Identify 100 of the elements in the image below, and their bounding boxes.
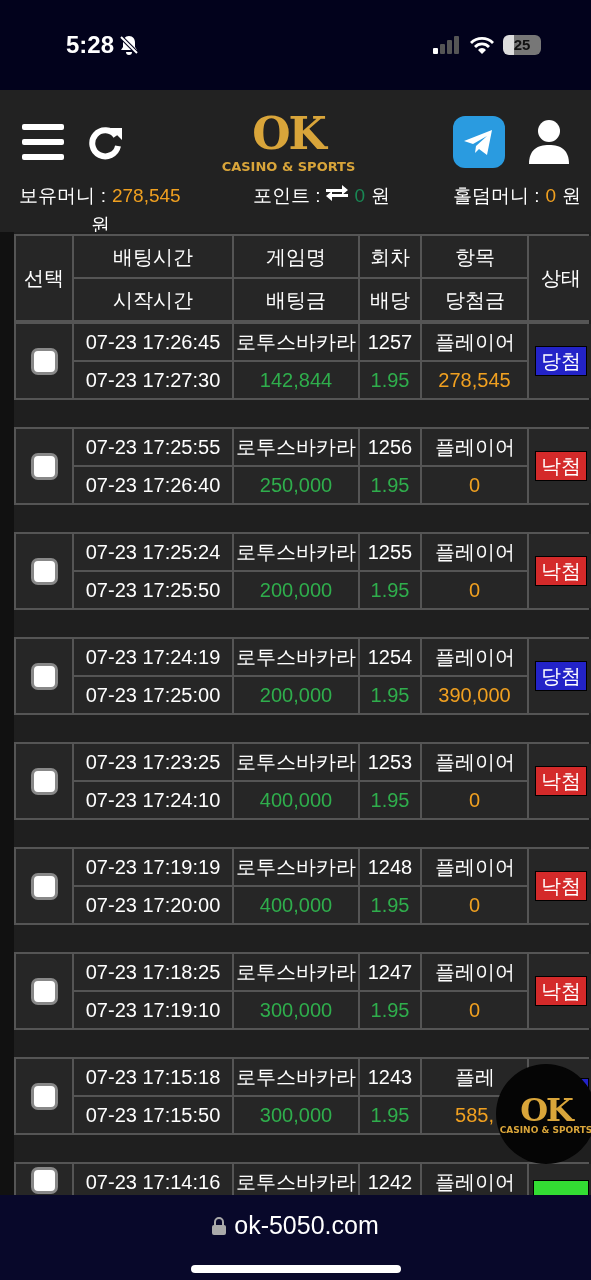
status-badge: 낙첨 [535, 556, 587, 586]
table-cell-text: 플레이어 [434, 750, 515, 775]
table-cell-text: 200,000 [259, 578, 333, 603]
table-cell-text: 1243 [367, 1065, 413, 1090]
row-checkbox[interactable] [30, 557, 58, 585]
status-badge: 당첨 [535, 346, 587, 376]
table-cell-text: 300,000 [259, 1103, 333, 1128]
table-cell-text: 로투스바카라 [236, 1170, 356, 1195]
table-cell-text: 로투스바카라 [236, 960, 356, 985]
column-header: 배당 [360, 279, 420, 320]
row-checkbox[interactable] [30, 872, 58, 900]
table-cell-text: 1242 [367, 1170, 413, 1195]
table-cell-text: 로투스바카라 [236, 330, 356, 355]
column-header: 항목 [422, 236, 527, 277]
table-cell-text: 1256 [367, 435, 413, 460]
logo-tagline: CASINO & SPORTS [221, 159, 356, 173]
table-cell-text: 플레이어 [434, 435, 515, 460]
column-header: 배팅금 [234, 279, 358, 320]
user-icon[interactable] [529, 120, 569, 164]
column-header: 상태 [529, 236, 591, 320]
row-checkbox[interactable] [30, 1167, 58, 1194]
column-header: 게임명 [234, 236, 358, 277]
table-cell-text: 585, [455, 1103, 494, 1128]
table-cell-text: 1.95 [370, 1103, 410, 1128]
table-cell-text: 142,844 [259, 368, 333, 393]
table-cell-text: 1.95 [370, 788, 410, 813]
status-badge: 낙첨 [535, 451, 587, 481]
signal-icon [433, 36, 461, 54]
balance-value: 0 [545, 184, 556, 208]
table-cell-text: 07-23 17:26:45 [85, 330, 221, 355]
table-cell-text: 1247 [367, 960, 413, 985]
table-cell-text: 07-23 17:15:50 [85, 1103, 221, 1128]
telegram-icon[interactable] [453, 116, 505, 168]
table-cell-text: 07-23 17:14:16 [85, 1170, 221, 1195]
table-cell-text: 07-23 17:25:24 [85, 540, 221, 565]
table-cell-text: 07-23 17:18:25 [85, 960, 221, 985]
home-indicator[interactable] [190, 1264, 401, 1273]
table-cell-text: 07-23 17:25:55 [85, 435, 221, 460]
table-cell-text: 로투스바카라 [236, 645, 356, 670]
balance-value: 278,545 [111, 184, 181, 208]
table-cell-text: 400,000 [259, 893, 333, 918]
logo[interactable]: OK [252, 111, 325, 156]
menu-icon[interactable] [22, 124, 64, 160]
lock-icon [212, 1216, 227, 1235]
balance-label: 포인트 : [252, 184, 321, 208]
table-cell-text: 0 [468, 788, 481, 813]
table-cell-text: 278,545 [438, 368, 511, 393]
table-cell-text: 390,000 [438, 683, 511, 708]
table-cell-text: 1.95 [370, 473, 410, 498]
refresh-icon[interactable] [88, 124, 124, 160]
wifi-icon [469, 35, 495, 55]
table-cell-text: 0 [468, 893, 481, 918]
table-cell-text: 200,000 [259, 683, 333, 708]
table-cell-text: 플레이어 [434, 645, 515, 670]
table-cell-text: 플레이어 [434, 330, 515, 355]
currency-unit: 원 [562, 184, 581, 208]
table-cell-text: 플레이어 [434, 1170, 515, 1195]
status-badge: 낙첨 [535, 766, 587, 796]
url-text[interactable]: ok-5050.com [234, 1207, 379, 1245]
table-cell-text: 1254 [367, 645, 413, 670]
table-cell-text: 07-23 17:24:19 [85, 645, 221, 670]
table-cell-text: 1.95 [370, 998, 410, 1023]
table-cell-text: 0 [468, 998, 481, 1023]
table-cell-text: 07-23 17:15:18 [85, 1065, 221, 1090]
balance-value: 0 [354, 184, 365, 208]
row-checkbox[interactable] [30, 662, 58, 690]
status-badge: 낙첨 [535, 871, 587, 901]
status-badge: 당첨 [535, 661, 587, 691]
table-cell-text: 07-23 17:26:40 [85, 473, 221, 498]
exchange-icon[interactable] [326, 184, 349, 202]
row-checkbox[interactable] [30, 767, 58, 795]
status-badge: 낙첨 [535, 976, 587, 1006]
row-checkbox[interactable] [30, 452, 58, 480]
table-cell-text: 플레 [454, 1065, 495, 1090]
row-checkbox[interactable] [30, 977, 58, 1005]
table-cell-text: 07-23 17:25:50 [85, 578, 221, 603]
table-cell-text: 0 [468, 578, 481, 603]
balance-label: 보유머니 : [19, 184, 106, 208]
table-cell-text: 1253 [367, 750, 413, 775]
clock-time: 5:28 [66, 30, 115, 60]
muted-bell-icon [118, 34, 141, 56]
column-header: 배팅시간 [74, 236, 232, 277]
table-cell-text: 250,000 [259, 473, 333, 498]
balance-label: 홀덤머니 : [452, 184, 540, 208]
row-checkbox[interactable] [30, 347, 58, 375]
table-cell-text: 07-23 17:24:10 [85, 788, 221, 813]
table-cell-text: 로투스바카라 [236, 435, 356, 460]
row-checkbox[interactable] [30, 1082, 58, 1110]
table-cell-text: 0 [468, 473, 481, 498]
table-cell-text: 400,000 [259, 788, 333, 813]
column-header: 당첨금 [422, 279, 527, 320]
table-cell-text: 플레이어 [434, 960, 515, 985]
table-cell-text: 07-23 17:20:00 [85, 893, 221, 918]
column-header: 선택 [16, 236, 72, 320]
table-cell-text: 1.95 [370, 368, 410, 393]
table-cell-text: 1255 [367, 540, 413, 565]
table-cell-text: 로투스바카라 [236, 855, 356, 880]
table-cell-text: 07-23 17:19:10 [85, 998, 221, 1023]
table-cell-text: 플레이어 [434, 540, 515, 565]
table-cell-text: 1248 [367, 855, 413, 880]
